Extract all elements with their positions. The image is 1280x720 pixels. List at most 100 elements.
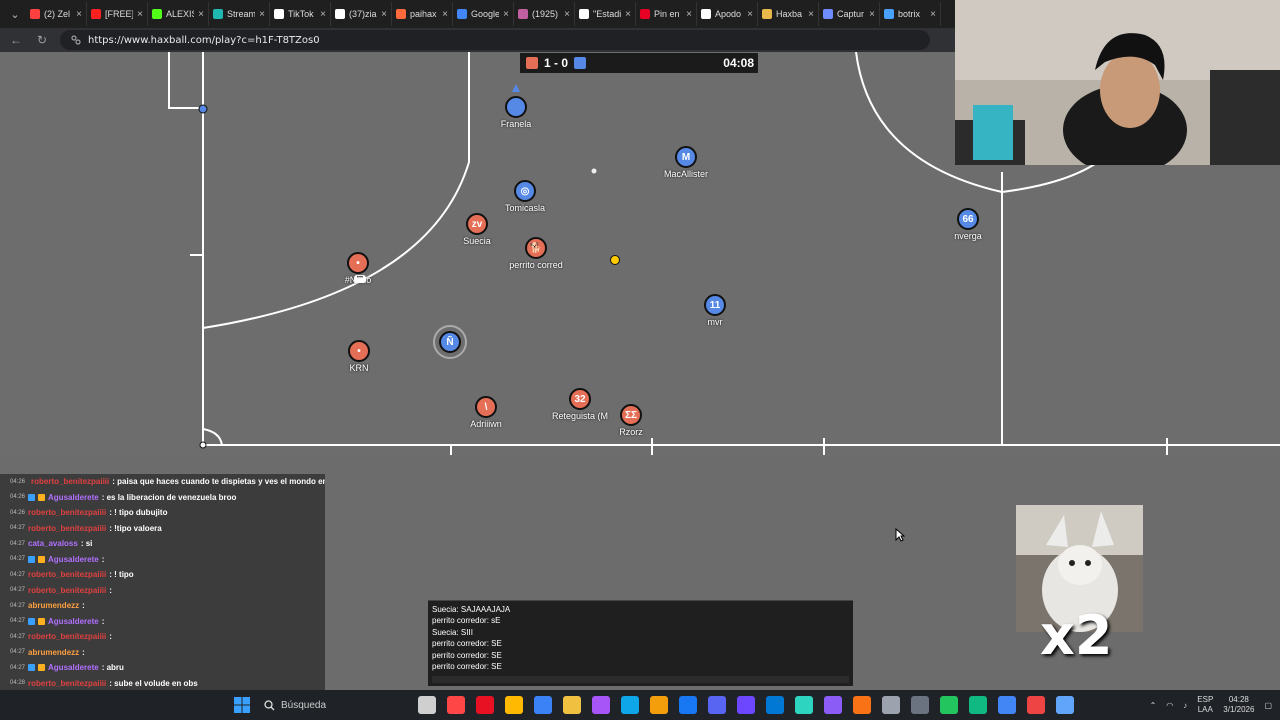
close-icon[interactable]: × — [381, 9, 387, 20]
windows-start-icon[interactable] — [234, 697, 250, 713]
player-disc: 66 — [957, 208, 979, 230]
chat-username[interactable]: roberto_benitezpaiiii — [28, 586, 106, 595]
taskbar-app-icon[interactable] — [766, 696, 784, 714]
taskbar-app-icon[interactable] — [505, 696, 523, 714]
tab-favicon-icon — [701, 9, 711, 19]
taskbar-app-icon[interactable] — [650, 696, 668, 714]
url-field[interactable]: https://www.haxball.com/play?c=h1F-T8TZo… — [60, 30, 930, 50]
notifications-icon[interactable]: ▢ — [1264, 701, 1272, 710]
site-info-icon[interactable] — [70, 34, 82, 46]
chat-username[interactable]: Agusalderete — [48, 617, 99, 626]
chat-badge-icon — [28, 555, 36, 563]
close-icon[interactable]: × — [259, 9, 265, 20]
taskbar-app-icon[interactable] — [418, 696, 436, 714]
close-icon[interactable]: × — [76, 9, 82, 20]
chat-username[interactable]: cata_avaloss — [28, 539, 78, 548]
chat-text: : sube el volude en obs — [109, 678, 198, 688]
chat-username[interactable]: Agusalderete — [48, 493, 99, 502]
taskbar-app-icon[interactable] — [592, 696, 610, 714]
player-disc: Ñ — [439, 331, 461, 353]
close-icon[interactable]: × — [442, 9, 448, 20]
chat-text: : — [82, 601, 85, 611]
taskbar-app-icon[interactable] — [882, 696, 900, 714]
speaker-icon[interactable]: ♪ — [1183, 701, 1187, 710]
taskbar-app-icon[interactable] — [998, 696, 1016, 714]
chat-username[interactable]: Agusalderete — [48, 663, 99, 672]
taskbar-app-icon[interactable] — [969, 696, 987, 714]
wifi-icon[interactable]: ◠ — [1166, 701, 1173, 710]
taskbar-app-icon[interactable] — [563, 696, 581, 714]
taskbar-app-icon[interactable] — [534, 696, 552, 714]
close-icon[interactable]: × — [137, 9, 143, 20]
tab-search-icon[interactable]: ⌄ — [4, 3, 26, 25]
close-icon[interactable]: × — [625, 9, 631, 20]
player-name: perrito corred — [509, 260, 563, 270]
close-icon[interactable]: × — [320, 9, 326, 20]
player-name: KRN — [349, 363, 369, 373]
taskbar-app-icon[interactable] — [476, 696, 494, 714]
close-icon[interactable]: × — [686, 9, 692, 20]
taskbar-app-icon[interactable] — [1027, 696, 1045, 714]
language-indicator[interactable]: ESP LAA — [1197, 695, 1213, 715]
browser-tab[interactable]: botrix × — [880, 2, 941, 26]
reload-icon[interactable]: ↻ — [34, 33, 50, 47]
taskbar-app-icon[interactable] — [447, 696, 465, 714]
browser-tab[interactable]: Haxba × — [758, 2, 819, 26]
close-icon[interactable]: × — [747, 9, 753, 20]
chat-timestamp: 04:27 — [10, 571, 26, 578]
taskbar-app-icon[interactable] — [824, 696, 842, 714]
taskbar-app-icon[interactable] — [708, 696, 726, 714]
browser-tab[interactable]: [FREE] × — [87, 2, 148, 26]
browser-tab[interactable]: ALEXIS × — [148, 2, 209, 26]
close-icon[interactable]: × — [564, 9, 570, 20]
taskbar-app-icon[interactable] — [853, 696, 871, 714]
chat-username[interactable]: roberto_benitezpaiiii — [28, 679, 106, 688]
browser-tab[interactable]: (1925) × — [514, 2, 575, 26]
chat-username[interactable]: roberto_benitezpaiiii — [28, 524, 106, 533]
tab-label: botrix — [898, 9, 921, 19]
taskbar-app-icon[interactable] — [679, 696, 697, 714]
mouse-cursor-icon — [895, 528, 905, 542]
chat-username[interactable]: abrumendezz — [28, 648, 79, 657]
taskbar-search[interactable]: Búsqueda — [264, 694, 374, 716]
browser-tab[interactable]: (2) Zel × — [26, 2, 87, 26]
browser-tab[interactable]: Pin en × — [636, 2, 697, 26]
close-icon[interactable]: × — [808, 9, 814, 20]
chat-username[interactable]: roberto_benitezpaiiii — [31, 477, 109, 486]
taskbar-app-icon[interactable] — [795, 696, 813, 714]
chat-username[interactable]: abrumendezz — [28, 601, 79, 610]
chat-message: 04:27 roberto_benitezpaiiii: !tipo valoer… — [0, 521, 325, 537]
browser-tab[interactable]: Google × — [453, 2, 514, 26]
taskbar-app-icon[interactable] — [737, 696, 755, 714]
close-icon[interactable]: × — [930, 9, 936, 20]
chat-username[interactable]: Agusalderete — [48, 555, 99, 564]
chat-timestamp: 04:27 — [10, 525, 26, 532]
player-disc: 11 — [704, 294, 726, 316]
chevron-up-icon[interactable]: ⌃ — [1150, 701, 1157, 710]
browser-tab[interactable]: Stream × — [209, 2, 270, 26]
tab-label: Apodo — [715, 9, 742, 19]
chat-username[interactable]: roberto_benitezpaiiii — [28, 570, 106, 579]
close-icon[interactable]: × — [503, 9, 509, 20]
clock[interactable]: 04:28 3/1/2026 — [1223, 695, 1254, 715]
taskbar-app-icon[interactable] — [940, 696, 958, 714]
browser-tab[interactable]: Captur × — [819, 2, 880, 26]
taskbar-app-icon[interactable] — [1056, 696, 1074, 714]
chat-username[interactable]: roberto_benitezpaiiii — [28, 508, 106, 517]
browser-tab[interactable]: paihax × — [392, 2, 453, 26]
tab-label: "Estadi — [593, 9, 622, 19]
browser-tab[interactable]: Apodo × — [697, 2, 758, 26]
back-arrow-icon[interactable]: ← — [8, 33, 24, 47]
tab-label: Stream — [227, 9, 256, 19]
taskbar-app-icon[interactable] — [621, 696, 639, 714]
chat-message: 04:27 abrumendezz: — [0, 645, 325, 661]
chat-username[interactable]: roberto_benitezpaiiii — [28, 632, 106, 641]
browser-tab[interactable]: TikTok × — [270, 2, 331, 26]
browser-tab[interactable]: "Estadi × — [575, 2, 636, 26]
browser-tab[interactable]: (37)zia × — [331, 2, 392, 26]
close-icon[interactable]: × — [198, 9, 204, 20]
game-chat-input[interactable] — [432, 676, 849, 683]
close-icon[interactable]: × — [869, 9, 875, 20]
search-icon — [264, 699, 275, 710]
taskbar-app-icon[interactable] — [911, 696, 929, 714]
